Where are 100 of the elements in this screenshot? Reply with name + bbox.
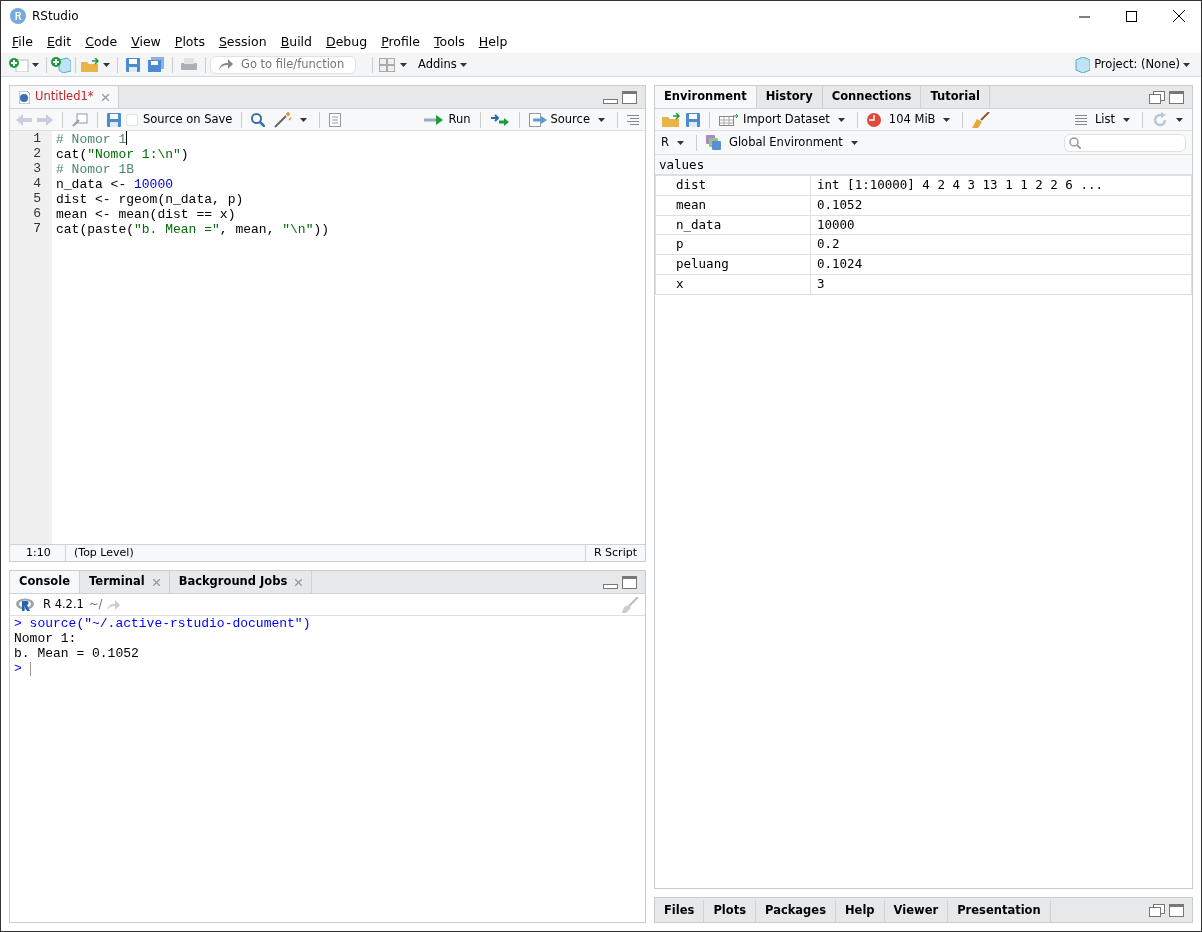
code-line: dist <- rgeom(n_data, p) <box>56 192 245 207</box>
menu-item[interactable]: Session <box>211 32 274 52</box>
checkbox-label[interactable]: Source on Save <box>143 110 233 129</box>
code-line: cat(paste("b. Mean =", mean, "\n")) <box>56 222 330 237</box>
menu-item[interactable]: Debug <box>319 32 375 52</box>
prompt: > <box>14 661 645 676</box>
source-button[interactable]: Source <box>528 110 590 129</box>
console-line: Nomor 1: <box>14 631 78 646</box>
cursor-position: 1:10 <box>10 544 66 562</box>
window-title: RStudio <box>32 8 80 25</box>
r-version: R 4.2.1 <box>43 595 84 613</box>
list-view-menu[interactable]: List <box>1074 110 1115 129</box>
close-icon[interactable] <box>1173 10 1185 22</box>
broom-icon[interactable] <box>972 111 991 128</box>
close-tab-icon[interactable] <box>295 578 303 586</box>
r-file-icon <box>19 90 30 104</box>
menu-item[interactable]: Help <box>471 32 515 52</box>
variable-name: n_data <box>655 215 811 235</box>
r-logo-icon <box>16 598 34 611</box>
menu-item[interactable]: Code <box>78 32 125 52</box>
code-line: mean <- mean(dist == x) <box>56 207 237 222</box>
menu-item[interactable]: Tools <box>427 32 472 52</box>
code-line: # Nomor 1B <box>56 162 135 177</box>
menu-item[interactable]: Plots <box>167 32 212 52</box>
editor-tab[interactable]: Untitled1* <box>10 86 119 108</box>
align-icon[interactable] <box>627 114 639 125</box>
variable-value: 0.1024 <box>810 254 1192 275</box>
caret-icon[interactable] <box>837 117 845 122</box>
source-arrow-icon <box>528 112 547 127</box>
file-type-selector[interactable]: R Script <box>584 544 645 562</box>
goto-field[interactable]: Go to file/function <box>210 55 356 74</box>
caret-icon[interactable] <box>1123 117 1130 122</box>
variable-name: x <box>655 274 811 294</box>
variable-name: peluang <box>655 254 811 275</box>
rerun-icon[interactable] <box>489 113 510 126</box>
maximize-pane-icon[interactable] <box>1169 903 1184 917</box>
restore-pane-icon[interactable] <box>1149 90 1165 104</box>
menu-item[interactable]: View <box>124 32 168 52</box>
caret-icon[interactable] <box>943 117 951 122</box>
table-arrow-icon <box>719 113 739 126</box>
arrow-icon <box>219 59 233 70</box>
restore-pane-icon[interactable] <box>1149 903 1165 917</box>
checkbox[interactable] <box>126 113 138 126</box>
project-menu[interactable]: Project: (None) <box>1094 55 1180 74</box>
import-dataset-button[interactable]: Import Dataset <box>719 110 830 129</box>
search-field[interactable] <box>1064 133 1186 152</box>
project-cube-icon <box>1075 56 1091 73</box>
variable-value: int [1:10000] 4 2 4 3 13 1 1 2 2 6 ... <box>810 175 1192 196</box>
code-line: cat("Nomor 1:\n") <box>56 147 190 162</box>
app-logo-icon <box>10 8 26 24</box>
code-line: n_data <- 10000 <box>56 177 175 192</box>
language-menu[interactable]: R <box>661 133 669 152</box>
save-icon[interactable] <box>107 112 121 127</box>
pane-tab[interactable]: Environment <box>655 86 757 108</box>
outline-icon[interactable] <box>329 112 342 127</box>
caret-icon[interactable] <box>850 140 858 145</box>
scope-selector[interactable]: (Top Level) <box>66 544 142 562</box>
text-cursor <box>29 661 31 676</box>
caret-icon[interactable] <box>103 62 110 67</box>
addins-menu[interactable]: Addins <box>418 55 457 74</box>
maximize-pane-icon[interactable] <box>1169 90 1184 104</box>
new-project-icon[interactable] <box>51 56 71 73</box>
maximize-icon[interactable] <box>1126 10 1137 22</box>
variable-value: 0.1052 <box>810 195 1192 215</box>
variable-value: 3 <box>810 274 1192 294</box>
caret-icon[interactable] <box>32 62 39 67</box>
menu-item[interactable]: Profile <box>374 32 428 52</box>
run-arrow-icon <box>424 114 445 125</box>
save-icon[interactable] <box>686 112 700 127</box>
caret-icon[interactable] <box>1176 117 1183 122</box>
search-icon[interactable] <box>251 112 266 127</box>
line-number: 2 <box>32 146 41 161</box>
maximize-pane-icon[interactable] <box>622 575 637 589</box>
save-all-icon[interactable] <box>148 57 164 72</box>
new-file-icon[interactable] <box>9 57 29 72</box>
close-tab-icon[interactable] <box>152 578 160 586</box>
menu-item[interactable]: Build <box>273 32 319 52</box>
show-in-window-icon[interactable] <box>72 112 88 127</box>
pane-tab[interactable]: Console <box>10 571 80 593</box>
magic-wand-icon[interactable] <box>274 111 293 128</box>
maximize-pane-icon[interactable] <box>622 90 637 104</box>
save-icon[interactable] <box>126 57 140 72</box>
variable-value: 0.2 <box>810 234 1192 255</box>
list-icon <box>1074 114 1087 125</box>
close-tab-icon[interactable] <box>101 93 109 101</box>
caret-icon[interactable] <box>677 140 684 145</box>
menu-item[interactable]: File <box>5 32 40 52</box>
caret-icon[interactable] <box>598 117 605 122</box>
line-number: 6 <box>32 206 41 221</box>
memory-usage-button[interactable]: 104 MiB <box>866 110 936 129</box>
caret-icon[interactable] <box>1183 62 1190 67</box>
run-button[interactable]: Run <box>424 110 471 129</box>
caret-icon[interactable] <box>400 62 407 67</box>
menu-item[interactable]: Edit <box>39 32 79 52</box>
stacked-layers-icon <box>706 135 721 150</box>
caret-icon[interactable] <box>459 62 467 67</box>
line-number: 4 <box>32 176 41 191</box>
open-folder-icon[interactable] <box>661 112 681 127</box>
caret-icon[interactable] <box>300 117 308 122</box>
environment-menu[interactable]: Global Environment <box>706 133 843 152</box>
